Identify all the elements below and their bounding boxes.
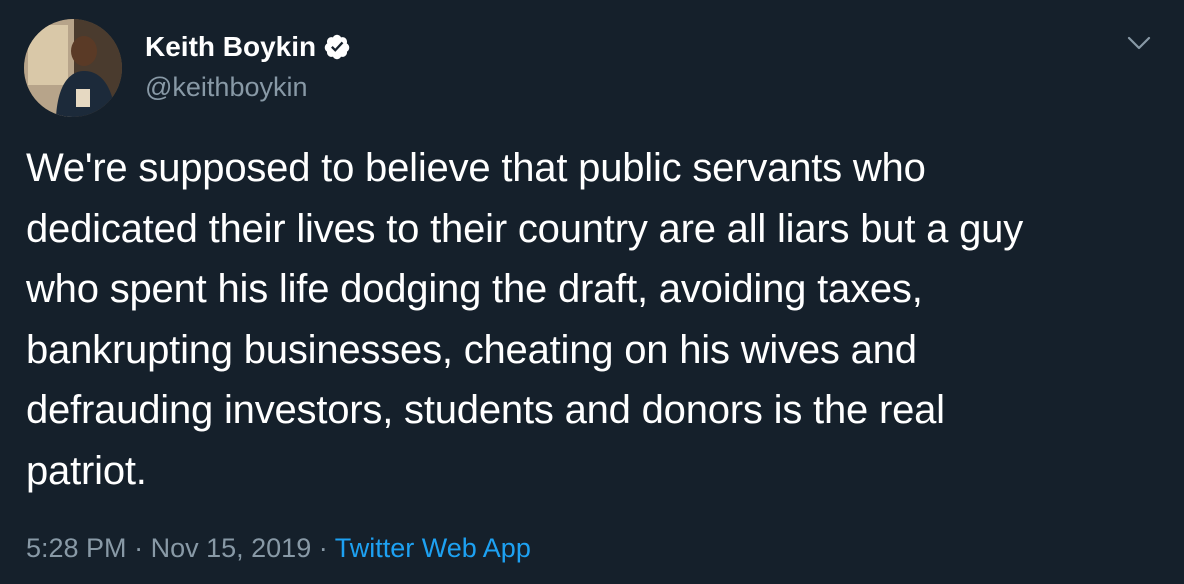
author-name-row[interactable]: Keith Boykin	[145, 30, 351, 64]
tweet-card: Keith Boykin @keithboykin We're supposed…	[0, 0, 1184, 584]
avatar[interactable]	[24, 19, 122, 117]
author-display-name[interactable]: Keith Boykin	[145, 30, 316, 64]
chevron-down-icon[interactable]	[1122, 26, 1156, 60]
tweet-time[interactable]: 5:28 PM	[26, 533, 127, 563]
tweet-source-link[interactable]: Twitter Web App	[335, 533, 531, 563]
tweet-date[interactable]: Nov 15, 2019	[151, 533, 312, 563]
meta-separator: ·	[134, 533, 144, 563]
meta-separator: ·	[318, 533, 328, 563]
author-handle[interactable]: @keithboykin	[145, 71, 308, 103]
verified-badge-icon	[324, 34, 350, 60]
avatar-image	[24, 19, 122, 117]
tweet-meta: 5:28 PM · Nov 15, 2019 · Twitter Web App	[26, 528, 531, 568]
tweet-text: We're supposed to believe that public se…	[26, 146, 1024, 493]
